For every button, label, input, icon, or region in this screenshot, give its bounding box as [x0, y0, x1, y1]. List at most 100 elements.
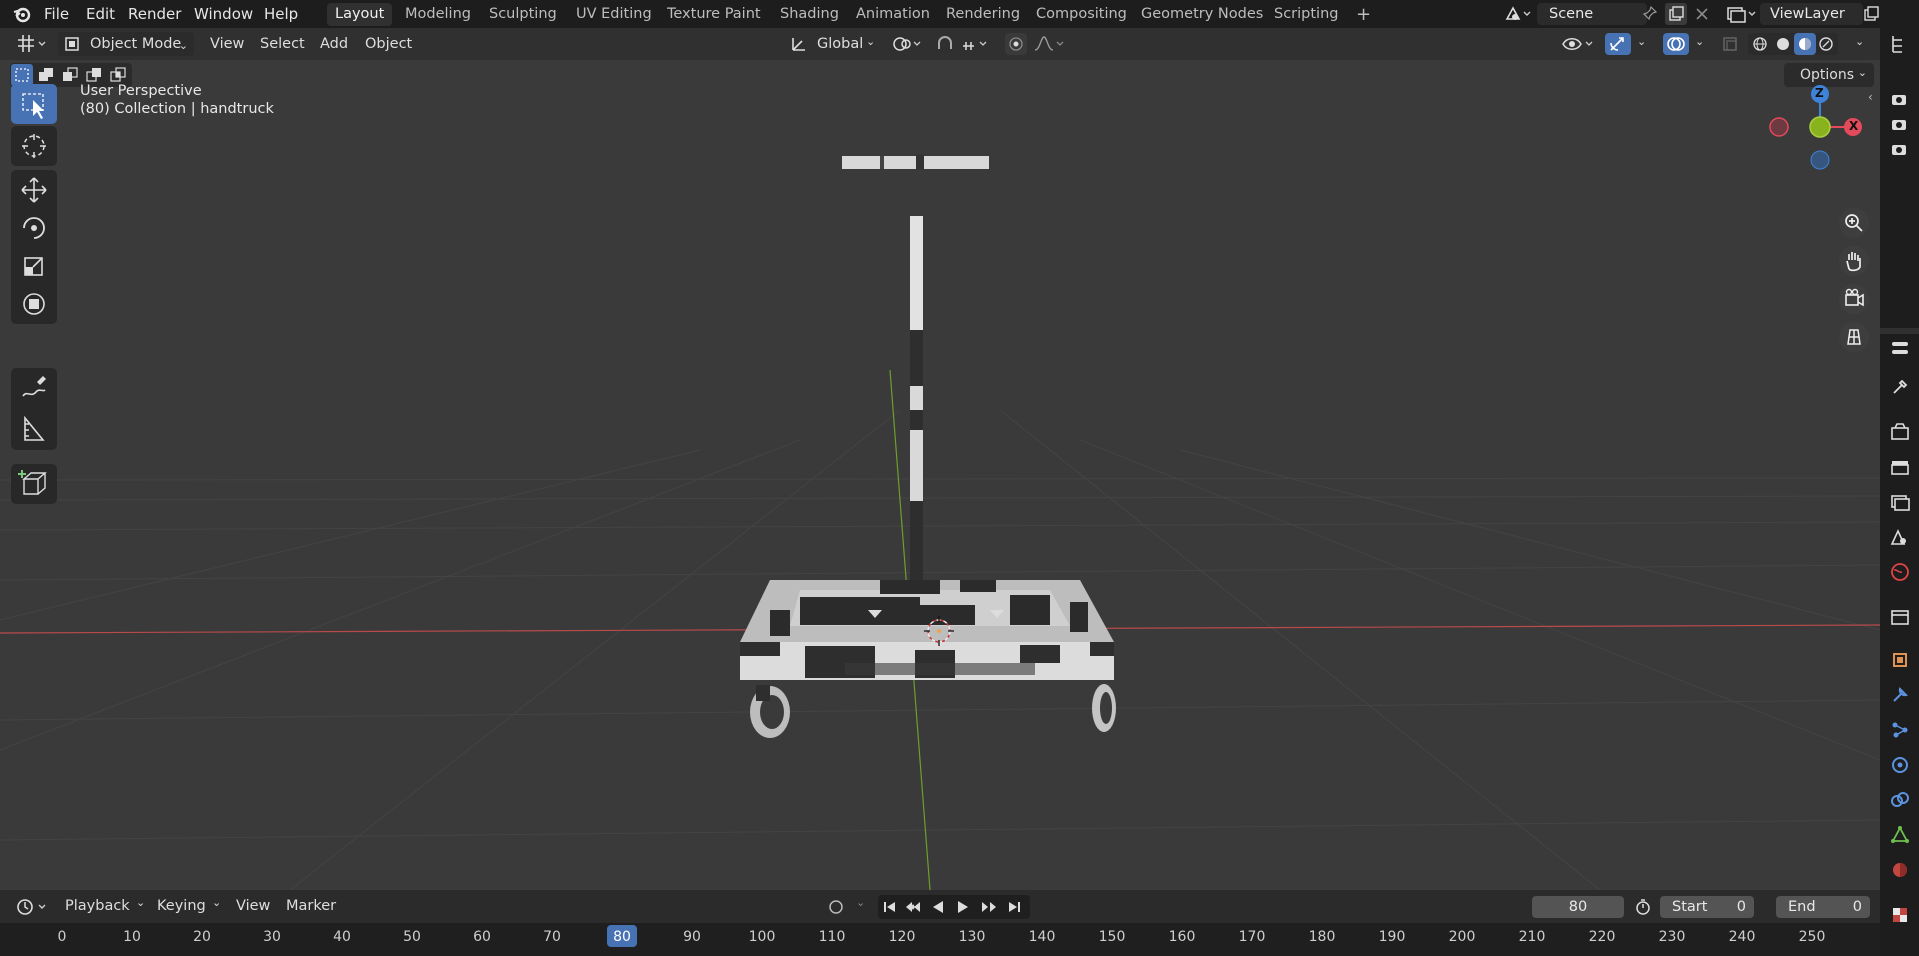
stopwatch-icon[interactable]: [1633, 897, 1653, 917]
menu-view[interactable]: View: [210, 32, 244, 56]
gizmo-toggle-icon[interactable]: [1605, 33, 1631, 55]
camera-visibility-icon[interactable]: [1890, 90, 1908, 108]
add-workspace-button[interactable]: +: [1348, 3, 1379, 26]
rendered-shading-icon[interactable]: [1818, 36, 1834, 52]
chevron-down-icon[interactable]: ⌄: [1637, 35, 1646, 48]
view-layer-name-field[interactable]: ViewLayer: [1760, 3, 1863, 25]
timeline-view-menu[interactable]: View: [236, 894, 270, 918]
camera-view-button[interactable]: [1839, 284, 1869, 314]
jump-start-icon[interactable]: [882, 899, 898, 915]
playback-menu[interactable]: Playback: [65, 894, 130, 918]
play-reverse-icon[interactable]: [930, 899, 946, 915]
tool-transform[interactable]: [11, 286, 57, 322]
proportional-edit-icon[interactable]: [1005, 33, 1027, 55]
collection-properties-icon[interactable]: [1888, 605, 1912, 629]
new-view-layer-icon[interactable]: [1860, 3, 1882, 25]
world-properties-icon[interactable]: [1888, 560, 1912, 584]
overlays-toggle-icon[interactable]: [1663, 33, 1689, 55]
particles-properties-icon[interactable]: [1888, 718, 1912, 742]
chevron-down-icon[interactable]: ⌄: [1695, 35, 1704, 48]
auto-keying-icon[interactable]: [826, 897, 848, 917]
tool-select-box[interactable]: [11, 84, 57, 124]
start-frame-field[interactable]: Start 0: [1660, 896, 1754, 918]
tab-layout[interactable]: Layout: [327, 3, 393, 26]
solid-shading-icon[interactable]: [1775, 36, 1791, 52]
texture-properties-icon[interactable]: [1888, 903, 1912, 927]
tab-shading[interactable]: Shading: [772, 3, 847, 26]
tab-scripting[interactable]: Scripting: [1266, 3, 1346, 26]
object-properties-icon[interactable]: [1888, 648, 1912, 672]
camera-visibility-icon[interactable]: [1890, 140, 1908, 158]
xray-toggle-icon[interactable]: [1720, 34, 1742, 54]
tab-geometry-nodes[interactable]: Geometry Nodes: [1133, 3, 1271, 26]
new-scene-icon[interactable]: [1665, 3, 1687, 25]
tab-modeling[interactable]: Modeling: [397, 3, 479, 26]
select-subtract-icon[interactable]: [59, 64, 81, 86]
tool-rotate[interactable]: [11, 210, 57, 246]
physics-properties-icon[interactable]: [1888, 753, 1912, 777]
render-properties-icon[interactable]: [1888, 420, 1912, 444]
scene-name-field[interactable]: Scene: [1537, 3, 1647, 25]
prev-keyframe-icon[interactable]: [904, 899, 924, 915]
view-layer-properties-icon[interactable]: [1888, 490, 1912, 514]
current-frame-field[interactable]: 80: [1532, 896, 1624, 918]
chevron-down-icon[interactable]: ⌄: [1855, 35, 1864, 48]
tool-scale[interactable]: [11, 248, 57, 284]
tab-animation[interactable]: Animation: [848, 3, 938, 26]
menu-edit[interactable]: Edit: [86, 3, 115, 25]
menu-file[interactable]: File: [44, 3, 69, 25]
material-preview-icon[interactable]: [1794, 33, 1816, 55]
menu-add[interactable]: Add: [320, 32, 348, 56]
menu-render[interactable]: Render: [128, 3, 181, 25]
camera-visibility-icon[interactable]: [1890, 115, 1908, 133]
orientation-dropdown[interactable]: Global: [817, 32, 863, 56]
visibility-icon[interactable]: [1560, 33, 1596, 55]
blender-logo-icon[interactable]: [12, 4, 32, 24]
falloff-icon[interactable]: [1032, 34, 1066, 54]
wireframe-shading-icon[interactable]: [1752, 36, 1768, 52]
material-properties-icon[interactable]: [1888, 858, 1912, 882]
pivot-point-icon[interactable]: [892, 34, 924, 54]
editor-type-icon[interactable]: [14, 32, 50, 56]
tab-compositing[interactable]: Compositing: [1028, 3, 1135, 26]
sidebar-collapse-icon[interactable]: ‹: [1868, 90, 1873, 104]
tab-rendering[interactable]: Rendering: [938, 3, 1028, 26]
next-keyframe-icon[interactable]: [978, 899, 998, 915]
tool-cursor[interactable]: [11, 126, 57, 166]
menu-window[interactable]: Window: [194, 3, 253, 25]
menu-select[interactable]: Select: [260, 32, 305, 56]
delete-scene-icon[interactable]: [1692, 3, 1712, 25]
scene-properties-icon[interactable]: [1888, 525, 1912, 549]
data-properties-icon[interactable]: [1888, 823, 1912, 847]
output-properties-icon[interactable]: [1888, 455, 1912, 479]
3d-viewport[interactable]: Options ⌄ User Perspective (80) Collecti…: [0, 60, 1880, 890]
tool-annotate[interactable]: [11, 370, 57, 408]
snap-target-icon[interactable]: [960, 34, 992, 54]
marker-menu[interactable]: Marker: [286, 894, 336, 918]
jump-end-icon[interactable]: [1006, 899, 1022, 915]
pin-icon[interactable]: [1642, 5, 1658, 21]
keying-menu[interactable]: Keying: [157, 894, 206, 918]
snap-toggle-icon[interactable]: [934, 34, 956, 54]
select-extend-icon[interactable]: [35, 64, 57, 86]
menu-object[interactable]: Object: [365, 32, 412, 56]
orientation-icon[interactable]: [789, 34, 809, 54]
scene-selector-icon[interactable]: [1503, 3, 1533, 25]
menu-help[interactable]: Help: [264, 3, 298, 25]
tab-uv-editing[interactable]: UV Editing: [568, 3, 660, 26]
perspective-toggle-button[interactable]: [1839, 322, 1869, 352]
tab-sculpting[interactable]: Sculpting: [481, 3, 565, 26]
pan-hand-button[interactable]: [1839, 246, 1869, 276]
constraints-properties-icon[interactable]: [1888, 788, 1912, 812]
zoom-button[interactable]: [1839, 208, 1869, 238]
tool-measure[interactable]: [11, 410, 57, 448]
properties-editor-icon[interactable]: [1888, 336, 1912, 360]
tool-move[interactable]: [11, 172, 57, 208]
tool-add-cube[interactable]: [11, 464, 57, 504]
end-frame-field[interactable]: End 0: [1776, 896, 1870, 918]
object-mode-dropdown[interactable]: Object Mode ⌄: [58, 32, 194, 56]
play-icon[interactable]: [955, 899, 971, 915]
select-new-icon[interactable]: [11, 64, 33, 86]
outliner-icon[interactable]: [1888, 32, 1912, 56]
modifier-properties-icon[interactable]: [1888, 683, 1912, 707]
